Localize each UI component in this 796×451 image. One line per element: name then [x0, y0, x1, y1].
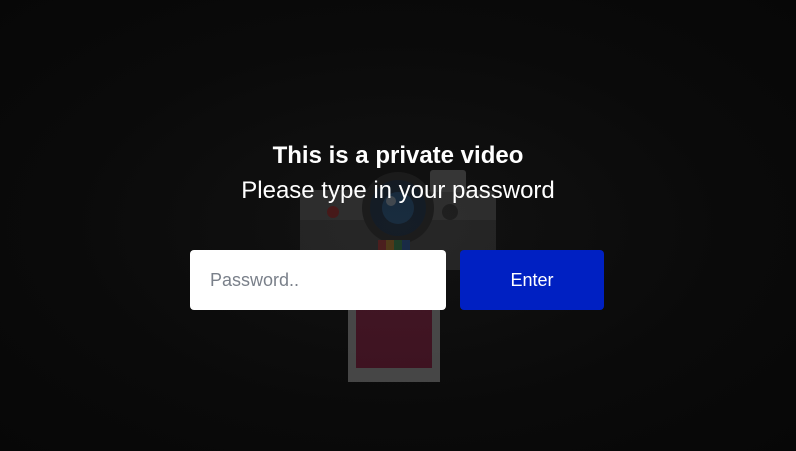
private-video-screen: This is a private video Please type in y…	[0, 0, 796, 451]
password-prompt-text: Please type in your password	[241, 177, 555, 204]
enter-button[interactable]: Enter	[460, 250, 604, 310]
password-input[interactable]	[190, 250, 446, 310]
private-video-title: This is a private video	[272, 142, 524, 169]
